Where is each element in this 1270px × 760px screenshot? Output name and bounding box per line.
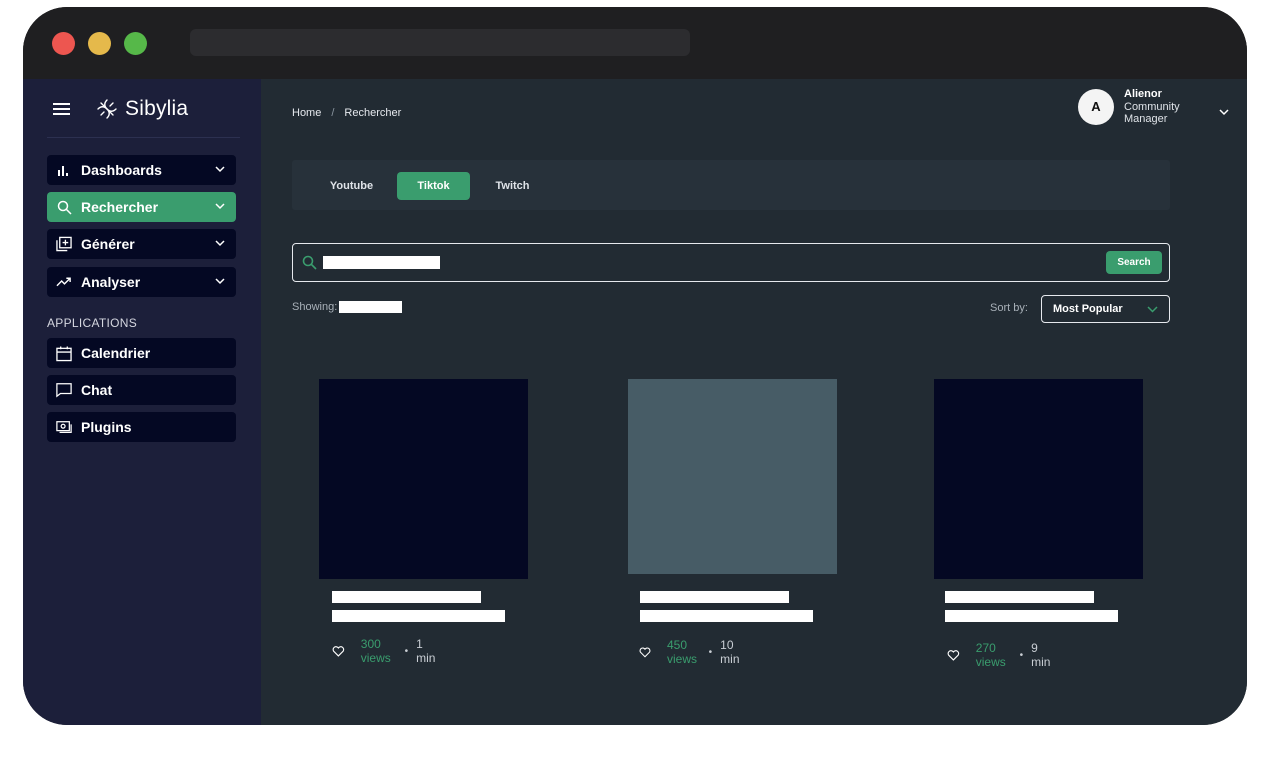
sort-value: Most Popular [1053, 303, 1123, 315]
platform-tabs: Youtube Tiktok Twitch [292, 160, 1170, 210]
sort-label: Sort by: [990, 302, 1028, 314]
video-title-line-2 [945, 610, 1118, 622]
brand: Sibylia [53, 94, 188, 124]
breadcrumb-current: Rechercher [344, 107, 402, 119]
sidebar-item-generer[interactable]: Générer [47, 229, 236, 259]
results-count: Showing: [292, 301, 403, 313]
sidebar-item-label: Analyser [81, 274, 141, 290]
user-role-line-2: Manager [1124, 113, 1168, 125]
sidebar-item-label: Calendrier [81, 345, 151, 361]
close-window-button[interactable] [52, 32, 75, 55]
chevron-down-icon [215, 166, 225, 173]
sidebar-item-plugins[interactable]: Plugins [47, 412, 236, 442]
user-name: Alienor [1124, 88, 1162, 100]
video-title-line-1 [945, 591, 1094, 603]
divider [47, 137, 240, 138]
avatar: A [1078, 88, 1114, 125]
tab-youtube[interactable]: Youtube [314, 172, 389, 200]
main-content: Home / Rechercher A Alienor Community Ma… [261, 79, 1247, 725]
video-duration: 10 min [720, 638, 740, 666]
sibylia-logo-icon [97, 99, 117, 119]
breadcrumb: Home / Rechercher [292, 107, 401, 119]
heart-icon[interactable] [947, 647, 960, 664]
user-menu[interactable]: A Alienor Community Manager [1078, 88, 1180, 126]
video-thumbnail[interactable] [934, 379, 1143, 579]
sidebar-item-label: Générer [81, 236, 135, 252]
section-label-applications: APPLICATIONS [47, 316, 138, 330]
showing-value [339, 301, 403, 313]
sidebar-item-dashboards[interactable]: Dashboards [47, 155, 236, 185]
video-title-line-1 [640, 591, 789, 603]
search-icon [302, 255, 317, 270]
sidebar-item-analyser[interactable]: Analyser [47, 267, 236, 297]
add-box-icon [56, 236, 72, 252]
video-meta: 300 views • 1 min [332, 637, 436, 665]
breadcrumb-home[interactable]: Home [292, 107, 321, 119]
meta-separator: • [404, 645, 409, 657]
chevron-down-icon [215, 240, 225, 247]
sort-dropdown[interactable]: Most Popular [1041, 295, 1170, 323]
breadcrumb-separator: / [331, 107, 335, 119]
chevron-down-icon [1147, 306, 1158, 313]
views-count: 270 views [975, 641, 1006, 669]
maximize-window-button[interactable] [124, 32, 147, 55]
plugin-icon [56, 419, 72, 435]
search-input[interactable] [323, 256, 440, 269]
video-title-line-1 [332, 591, 481, 603]
meta-separator: • [708, 646, 713, 658]
sidebar-item-calendrier[interactable]: Calendrier [47, 338, 236, 368]
user-info: Alienor Community Manager [1124, 88, 1180, 126]
browser-window: Sibylia Dashboards Rechercher Générer An… [23, 7, 1247, 725]
chevron-down-icon [215, 203, 225, 210]
chevron-down-icon[interactable] [1218, 107, 1230, 117]
video-duration: 1 min [416, 637, 436, 665]
chevron-down-icon [215, 278, 225, 285]
search-bar: Search [292, 243, 1170, 282]
tab-twitch[interactable]: Twitch [475, 172, 550, 200]
sidebar-item-label: Dashboards [81, 162, 162, 178]
sidebar: Sibylia Dashboards Rechercher Générer An… [23, 79, 261, 725]
views-count: 300 views [360, 637, 391, 665]
video-thumbnail[interactable] [319, 379, 528, 579]
video-thumbnail[interactable] [628, 379, 837, 574]
meta-separator: • [1019, 649, 1024, 661]
views-count: 450 views [666, 638, 697, 666]
sidebar-item-label: Rechercher [81, 199, 159, 215]
tab-tiktok[interactable]: Tiktok [397, 172, 470, 200]
trend-icon [56, 274, 72, 290]
video-title-line-2 [640, 610, 813, 622]
hamburger-menu-icon[interactable] [53, 103, 70, 115]
search-icon [56, 199, 72, 215]
sidebar-item-label: Chat [81, 382, 113, 398]
sidebar-item-chat[interactable]: Chat [47, 375, 236, 405]
minimize-window-button[interactable] [88, 32, 111, 55]
address-bar[interactable] [190, 29, 690, 56]
video-duration: 9 min [1031, 641, 1051, 669]
search-button[interactable]: Search [1106, 251, 1162, 274]
sidebar-item-label: Plugins [81, 419, 132, 435]
sidebar-item-rechercher[interactable]: Rechercher [47, 192, 236, 222]
video-title-line-2 [332, 610, 505, 622]
calendar-icon [56, 345, 72, 361]
chat-bubble-icon [56, 382, 72, 398]
title-bar [23, 7, 1247, 79]
video-meta: 270 views • 9 min [947, 641, 1051, 669]
heart-icon[interactable] [332, 643, 345, 660]
heart-icon[interactable] [639, 644, 651, 661]
video-meta: 450 views • 10 min [639, 638, 743, 666]
showing-label: Showing: [292, 301, 338, 313]
bar-chart-icon [56, 162, 72, 178]
user-role-line-1: Community [1124, 100, 1180, 113]
app-name: Sibylia [125, 97, 189, 120]
